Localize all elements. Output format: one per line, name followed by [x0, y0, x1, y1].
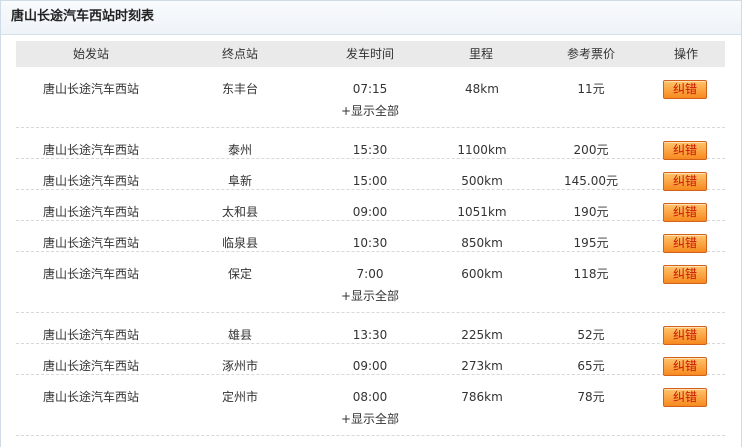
show-all-link[interactable]: +显示全部 [341, 289, 399, 303]
cell-distance: 786km [461, 390, 503, 404]
cell-price: 190元 [573, 205, 609, 219]
cell-distance: 600km [461, 267, 503, 281]
cell-price: 65元 [577, 359, 605, 373]
cell-departure-time: 15:00 [352, 174, 388, 188]
cell-price: 78元 [577, 390, 605, 404]
cell-price: 145.00元 [564, 174, 618, 188]
cell-origin: 唐山长途汽车西站 [42, 143, 140, 157]
cell-destination: 定州市 [221, 390, 259, 404]
cell-departure-time: 10:30 [352, 236, 388, 250]
cell-departure-time: 09:00 [352, 359, 388, 373]
cell-distance: 500km [461, 174, 503, 188]
cell-origin: 唐山长途汽车西站 [42, 236, 140, 250]
cell-distance: 1100km [457, 143, 507, 157]
column-header-destination: 终点站 [221, 47, 259, 61]
report-error-button[interactable]: 纠错 [663, 172, 707, 191]
table-row: 唐山长途汽车西站 雄县 13:30 225km 52元 纠错 [16, 313, 725, 345]
table-header: 始发站 终点站 发车时间 里程 参考票价 操作 [16, 41, 725, 67]
cell-origin: 唐山长途汽车西站 [42, 359, 140, 373]
column-header-distance: 里程 [468, 47, 494, 61]
table-row: 唐山长途汽车西站 保定 7:00 600km 118元 +显示全部 纠错 [16, 252, 725, 313]
table-row: 唐山长途汽车西站 泰州 15:30 1100km 200元 纠错 [16, 128, 725, 160]
cell-origin: 唐山长途汽车西站 [42, 328, 140, 342]
cell-destination: 涿州市 [221, 359, 259, 373]
cell-distance: 1051km [457, 205, 507, 219]
panel-title: 唐山长途汽车西站时刻表 [11, 9, 155, 24]
cell-origin: 唐山长途汽车西站 [42, 390, 140, 404]
cell-distance: 225km [461, 328, 503, 342]
report-error-button[interactable]: 纠错 [663, 80, 707, 99]
report-error-button[interactable]: 纠错 [663, 141, 707, 160]
table-row: 唐山长途汽车西站 太和县 09:00 1051km 190元 纠错 [16, 190, 725, 222]
cell-origin: 唐山长途汽车西站 [42, 267, 140, 281]
column-header-departure-time: 发车时间 [345, 47, 395, 61]
column-header-action: 操作 [673, 47, 699, 61]
cell-destination: 太和县 [221, 205, 259, 219]
cell-price: 52元 [577, 328, 605, 342]
table-row: 唐山长途汽车西站 东丰台 07:15 48km 11元 +显示全部 纠错 [16, 67, 725, 128]
cell-departure-time: 08:00 [352, 390, 388, 404]
cell-distance: 48km [465, 82, 499, 96]
cell-destination: 雄县 [227, 328, 253, 342]
table-row: 唐山长途汽车西站邢台11:00km150.00元纠错 [16, 436, 725, 447]
report-error-button[interactable]: 纠错 [663, 357, 707, 376]
table-row: 唐山长途汽车西站 阜新 15:00 500km 145.00元 纠错 [16, 159, 725, 191]
cell-departure-time: 07:15 [352, 82, 388, 96]
cell-price: 200元 [573, 143, 609, 157]
cell-distance: 850km [461, 236, 503, 250]
cell-destination: 泰州 [227, 143, 253, 157]
cell-price: 11元 [577, 82, 605, 96]
report-error-button[interactable]: 纠错 [663, 265, 707, 284]
report-error-button[interactable]: 纠错 [663, 234, 707, 253]
cell-origin: 唐山长途汽车西站 [42, 174, 140, 188]
report-error-button[interactable]: 纠错 [663, 203, 707, 222]
table-row: 唐山长途汽车西站 定州市 08:00 786km 78元 +显示全部 纠错 [16, 375, 725, 436]
cell-destination: 东丰台 [221, 82, 259, 96]
table-row: 唐山长途汽车西站 涿州市 09:00 273km 65元 纠错 [16, 344, 725, 376]
column-header-origin: 始发站 [72, 47, 110, 61]
cell-destination: 临泉县 [221, 236, 259, 250]
show-all-link[interactable]: +显示全部 [341, 412, 399, 426]
report-error-button[interactable]: 纠错 [663, 388, 707, 407]
cell-price: 118元 [573, 267, 609, 281]
report-error-button[interactable]: 纠错 [663, 326, 707, 345]
cell-destination: 保定 [227, 267, 253, 281]
cell-origin: 唐山长途汽车西站 [42, 82, 140, 96]
schedule-panel: 唐山长途汽车西站时刻表 始发站 终点站 发车时间 里程 参考票价 操作 唐山长途… [0, 0, 742, 447]
table-body: 唐山长途汽车西站 东丰台 07:15 48km 11元 +显示全部 纠错 唐山长途汽车西站 泰州… [16, 67, 725, 447]
show-all-link[interactable]: +显示全部 [341, 104, 399, 118]
cell-distance: 273km [461, 359, 503, 373]
panel-header: 唐山长途汽车西站时刻表 [1, 1, 741, 35]
column-header-price: 参考票价 [566, 47, 616, 61]
cell-destination: 阜新 [227, 174, 253, 188]
cell-departure-time: 15:30 [352, 143, 388, 157]
cell-departure-time: 09:00 [352, 205, 388, 219]
cell-origin: 唐山长途汽车西站 [42, 205, 140, 219]
cell-price: 195元 [573, 236, 609, 250]
table-row: 唐山长途汽车西站 临泉县 10:30 850km 195元 纠错 [16, 221, 725, 253]
cell-departure-time: 7:00 [356, 267, 384, 281]
cell-departure-time: 13:30 [352, 328, 388, 342]
